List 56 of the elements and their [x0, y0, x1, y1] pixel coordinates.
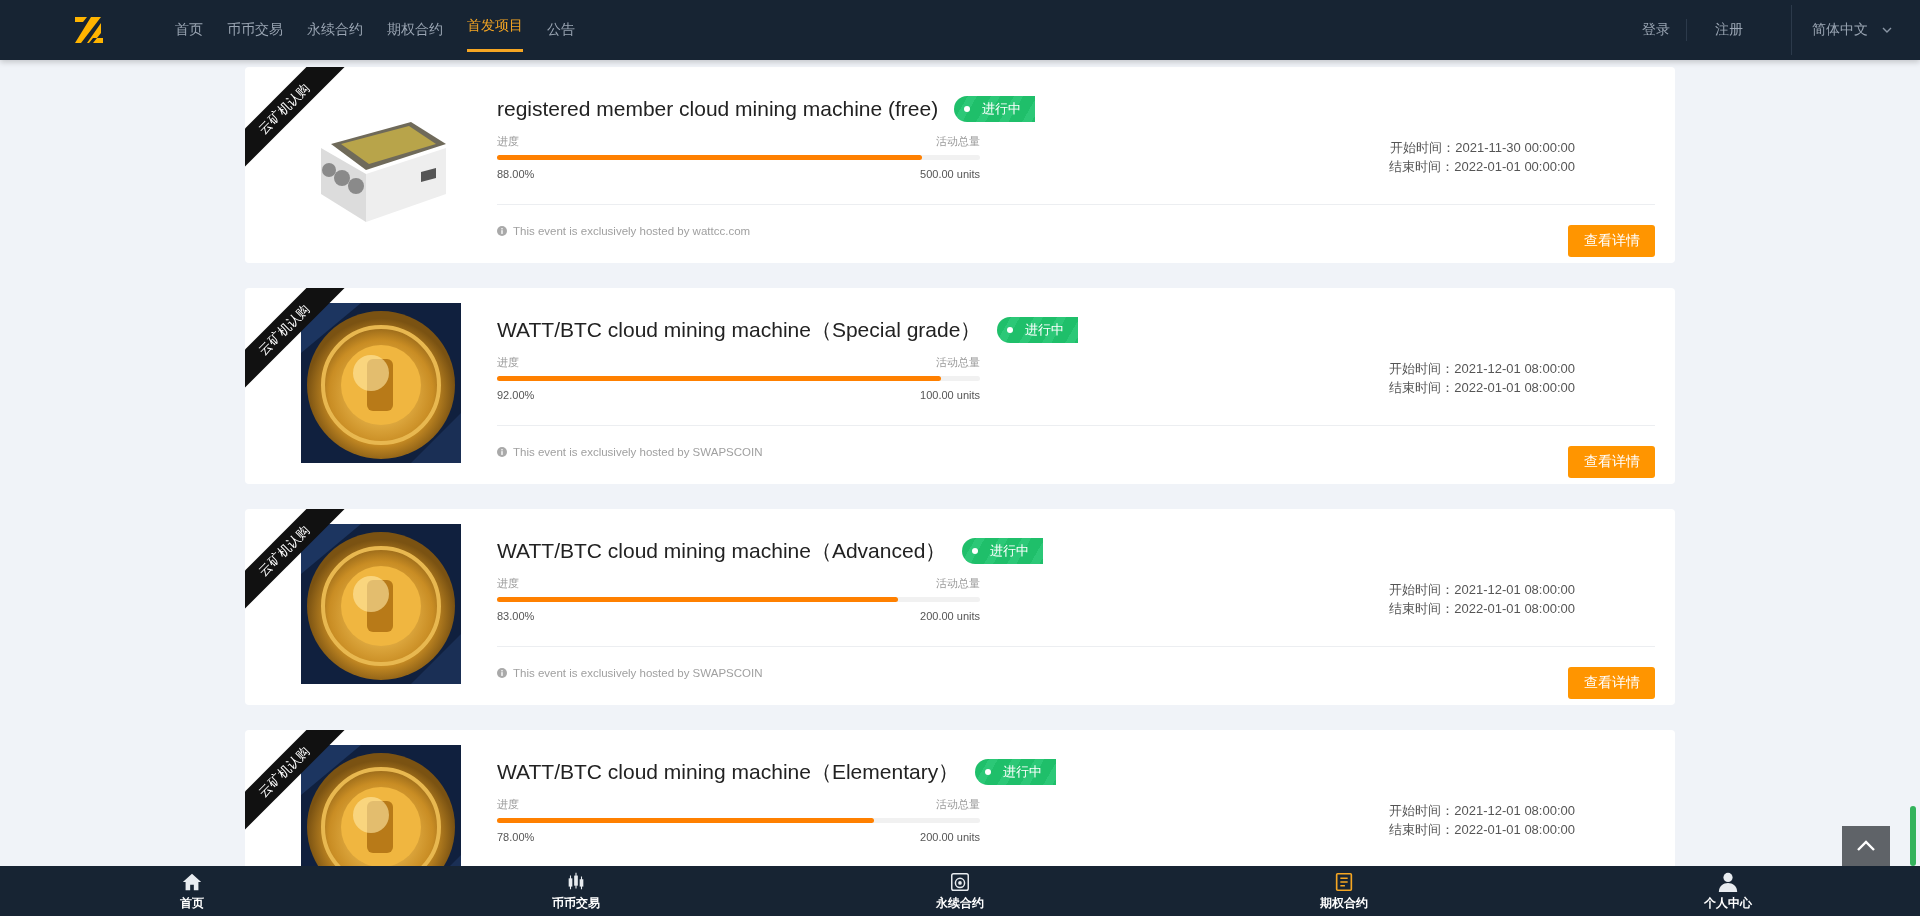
total-amount: 200.00 units	[920, 831, 980, 843]
nav-link[interactable]: 首页	[175, 0, 203, 60]
bottom-nav-item[interactable]: 期权合约	[1152, 866, 1536, 916]
nav-link[interactable]: 首发项目	[467, 0, 523, 52]
progress-percent: 78.00%	[497, 831, 535, 843]
bottom-nav-item[interactable]: 币币交易	[384, 866, 768, 916]
status-tag: 进行中	[962, 538, 1044, 564]
project-title: WATT/BTC cloud mining machine（Advanced）	[497, 538, 947, 564]
total-label: 活动总量	[936, 355, 980, 370]
host-note: This event is exclusively hosted by SWAPSCOIN	[513, 667, 763, 679]
project-title: registered member cloud mining machine (free)	[497, 97, 939, 121]
info-icon	[497, 668, 507, 678]
project-title: WATT/BTC cloud mining machine（Special grade）	[497, 317, 982, 343]
chevron-down-icon	[1882, 27, 1892, 33]
progress-label: 进度	[497, 797, 519, 812]
progress-label: 进度	[497, 134, 519, 149]
status-tag: 进行中	[997, 317, 1079, 343]
start-time: 开始时间：2021-11-30 00:00:00	[1389, 139, 1575, 157]
total-label: 活动总量	[936, 576, 980, 591]
progress-percent: 83.00%	[497, 610, 535, 622]
status-tag: 进行中	[975, 759, 1057, 785]
nav-link[interactable]: 币币交易	[227, 0, 283, 60]
progress-label: 进度	[497, 576, 519, 591]
total-amount: 500.00 units	[920, 168, 980, 180]
progress-label: 进度	[497, 355, 519, 370]
end-time: 结束时间：2022-01-01 00:00:00	[1389, 158, 1575, 176]
scrollbar[interactable]	[1910, 806, 1916, 866]
nav-link[interactable]: 永续合约	[307, 0, 363, 60]
total-label: 活动总量	[936, 797, 980, 812]
end-time: 结束时间：2022-01-01 08:00:00	[1389, 821, 1575, 839]
chevron-up-icon	[1856, 840, 1876, 852]
start-time: 开始时间：2021-12-01 08:00:00	[1389, 802, 1575, 820]
total-amount: 100.00 units	[920, 389, 980, 401]
info-icon	[497, 447, 507, 457]
nav-link[interactable]: 期权合约	[387, 0, 443, 60]
login-link[interactable]: 登录	[1642, 21, 1670, 39]
bottom-nav-item[interactable]: 首页	[0, 866, 384, 916]
nav-link[interactable]: 公告	[547, 0, 575, 60]
progress-percent: 92.00%	[497, 389, 535, 401]
start-time: 开始时间：2021-12-01 08:00:00	[1389, 581, 1575, 599]
end-time: 结束时间：2022-01-01 08:00:00	[1389, 379, 1575, 397]
total-amount: 200.00 units	[920, 610, 980, 622]
total-label: 活动总量	[936, 134, 980, 149]
host-note: This event is exclusively hosted by wattcc.com	[513, 225, 751, 237]
back-to-top-button[interactable]	[1842, 826, 1890, 866]
project-title: WATT/BTC cloud mining machine（Elementary）	[497, 759, 960, 785]
bottom-nav-item[interactable]: 个人中心	[1536, 866, 1920, 916]
info-icon	[497, 226, 507, 236]
end-time: 结束时间：2022-01-01 08:00:00	[1389, 600, 1575, 618]
bottom-nav-item[interactable]: 永续合约	[768, 866, 1152, 916]
status-tag: 进行中	[954, 96, 1036, 122]
host-note: This event is exclusively hosted by SWAPSCOIN	[513, 446, 763, 458]
language-selector[interactable]: 简体中文	[1812, 21, 1892, 39]
start-time: 开始时间：2021-12-01 08:00:00	[1389, 360, 1575, 378]
register-link[interactable]: 注册	[1715, 21, 1743, 39]
progress-percent: 88.00%	[497, 168, 535, 180]
